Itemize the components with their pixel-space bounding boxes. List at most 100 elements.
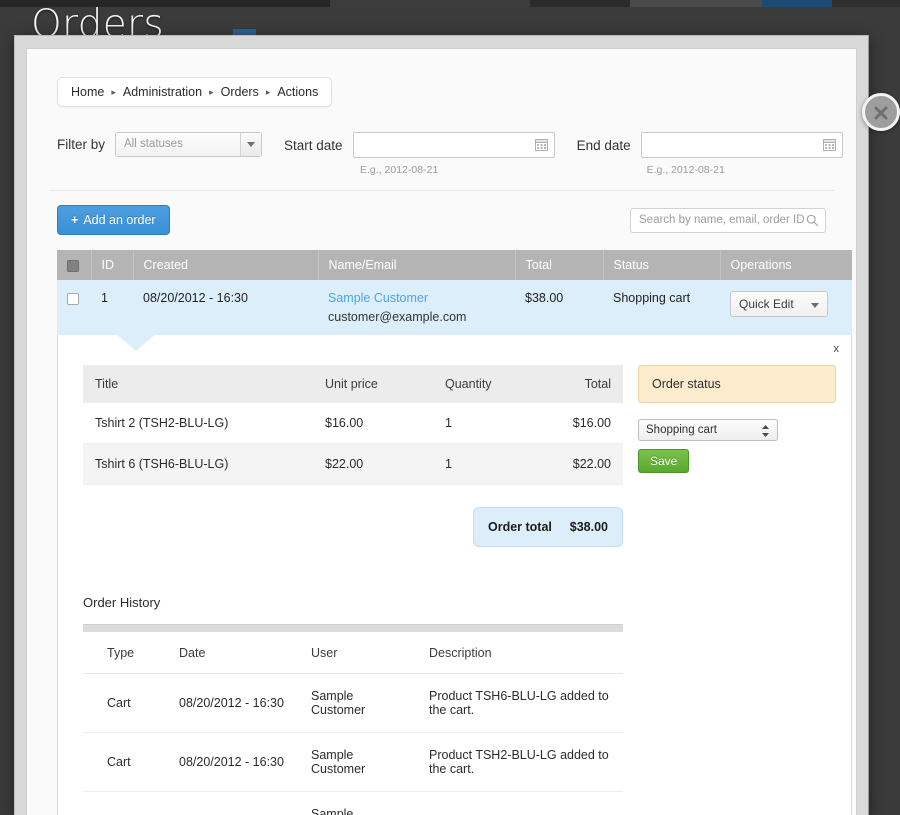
line-item-title: Tshirt 2 (TSH2-BLU-LG) [83,403,313,444]
top-strip-segment [630,0,762,7]
order-total-label: Order total [488,520,552,534]
top-strip-segment [330,0,530,7]
history-user-link[interactable]: Sample Customer [287,733,405,792]
line-item-quantity: 1 [433,444,543,485]
order-detail-panel: x Title Unit price Quantity Total [57,335,852,815]
filter-bar: Filter by All statuses Start date [57,132,856,176]
column-unit-price: Unit price [313,365,433,403]
select-all-checkbox[interactable] [67,260,79,272]
quick-edit-button[interactable]: Quick Edit [730,291,828,317]
end-date-group: End date [577,132,843,176]
breadcrumb: Home ▸ Administration ▸ Orders ▸ Actions [57,77,332,107]
add-order-button[interactable]: + Add an order [57,205,170,235]
order-total-value: $38.00 [570,520,608,534]
start-date-input[interactable] [353,132,555,158]
column-name-email[interactable]: Name/Email [318,250,515,280]
search-icon[interactable] [806,214,819,232]
top-strip-segment [832,0,900,7]
save-status-button[interactable]: Save [638,449,689,473]
history-date: 08/20/2012 - 16:30 [155,674,287,733]
history-date: 08/20/2012 - 16:30 [155,792,287,815]
history-row: Cart 08/20/2012 - 16:30 Sample Customer … [83,674,623,733]
row-created: 08/20/2012 - 16:30 [133,280,318,335]
column-created[interactable]: Created [133,250,318,280]
column-history-type: Type [83,632,155,674]
order-status-heading: Order status [638,365,836,403]
column-total[interactable]: Total [515,250,603,280]
column-operations[interactable]: Operations [720,250,852,280]
chevron-down-icon [811,297,819,311]
breadcrumb-item-home[interactable]: Home [71,85,104,99]
start-date-group: Start date [284,132,555,176]
start-date-label: Start date [284,138,343,153]
breadcrumb-item-administration[interactable]: Administration [123,85,202,99]
breadcrumb-separator-icon: ▸ [209,87,214,98]
orders-table-header-row: ID Created Name/Email Total Status Opera… [57,250,852,280]
column-quantity: Quantity [433,365,543,403]
modal-content: Home ▸ Administration ▸ Orders ▸ Actions… [26,48,857,815]
history-description: Product TSH6-BLU-LG added to the cart. [405,674,623,733]
line-item-title: Tshirt 6 (TSH6-BLU-LG) [83,444,313,485]
calendar-icon[interactable] [823,138,836,156]
line-item-total: $16.00 [543,403,623,444]
history-type: Order [83,792,155,815]
history-type: Cart [83,674,155,733]
close-modal-button[interactable] [862,93,900,131]
order-history-divider [83,624,623,632]
breadcrumb-separator-icon: ▸ [266,87,271,98]
line-items-header-row: Title Unit price Quantity Total [83,365,623,403]
start-date-hint: E.g., 2012-08-21 [360,164,555,176]
history-user-link[interactable]: Sample Customer [287,792,405,815]
detail-main-column: Title Unit price Quantity Total Tshirt 2… [58,365,623,815]
column-id[interactable]: ID [91,250,133,280]
plus-icon: + [71,213,78,227]
detail-close-button[interactable]: x [834,343,840,355]
divider [49,190,834,191]
row-operations: Quick Edit [720,280,852,335]
modal-overlay-frame: Home ▸ Administration ▸ Orders ▸ Actions… [14,35,869,815]
row-select-cell[interactable] [57,280,91,335]
end-date-label: End date [577,138,631,153]
table-row[interactable]: 1 08/20/2012 - 16:30 Sample Customer cus… [57,280,852,335]
history-description: Product TSH2-BLU-LG added to the cart. [405,733,623,792]
customer-email: customer@example.com [328,310,505,324]
column-title: Title [83,365,313,403]
add-order-label: Add an order [83,213,155,227]
column-select-all[interactable] [57,250,91,280]
row-checkbox[interactable] [67,293,79,305]
close-icon [871,103,891,123]
chevron-down-icon [240,133,261,156]
top-strip-accent-segment [762,0,832,7]
history-description: Order has been created. [405,792,623,815]
history-user-link[interactable]: Sample Customer [287,674,405,733]
customer-name-link[interactable]: Sample Customer [328,291,505,305]
end-date-hint: E.g., 2012-08-21 [647,164,843,176]
breadcrumb-item-orders[interactable]: Orders [221,85,259,99]
row-id: 1 [91,280,133,335]
top-strip-segment [530,0,630,7]
order-status-value: Shopping cart [639,420,777,436]
line-item-quantity: 1 [433,403,543,444]
status-filter-select[interactable]: All statuses [115,132,262,157]
order-history-title: Order History [83,595,623,610]
column-history-date: Date [155,632,287,674]
history-date: 08/20/2012 - 16:30 [155,733,287,792]
line-item-row: Tshirt 2 (TSH2-BLU-LG) $16.00 1 $16.00 [83,403,623,444]
order-history-table: Type Date User Description Cart 08/20/20… [83,632,623,815]
updown-arrows-icon [761,424,770,443]
order-status-select[interactable]: Shopping cart [638,419,778,441]
line-items-table: Title Unit price Quantity Total Tshirt 2… [83,365,623,485]
column-status[interactable]: Status [603,250,720,280]
column-item-total: Total [543,365,623,403]
calendar-icon[interactable] [535,138,548,156]
breadcrumb-separator-icon: ▸ [111,87,116,98]
row-name-email: Sample Customer customer@example.com [318,280,515,335]
search-placeholder: Search by name, email, order ID [631,209,825,226]
search-input[interactable]: Search by name, email, order ID [630,208,826,233]
row-status: Shopping cart [603,280,720,335]
detail-pointer-arrow [116,334,156,351]
breadcrumb-item-actions[interactable]: Actions [277,85,318,99]
order-total-box: Order total $38.00 [473,507,623,547]
end-date-input[interactable] [641,132,843,158]
actions-bar: + Add an order Search by name, email, ord… [57,205,826,235]
